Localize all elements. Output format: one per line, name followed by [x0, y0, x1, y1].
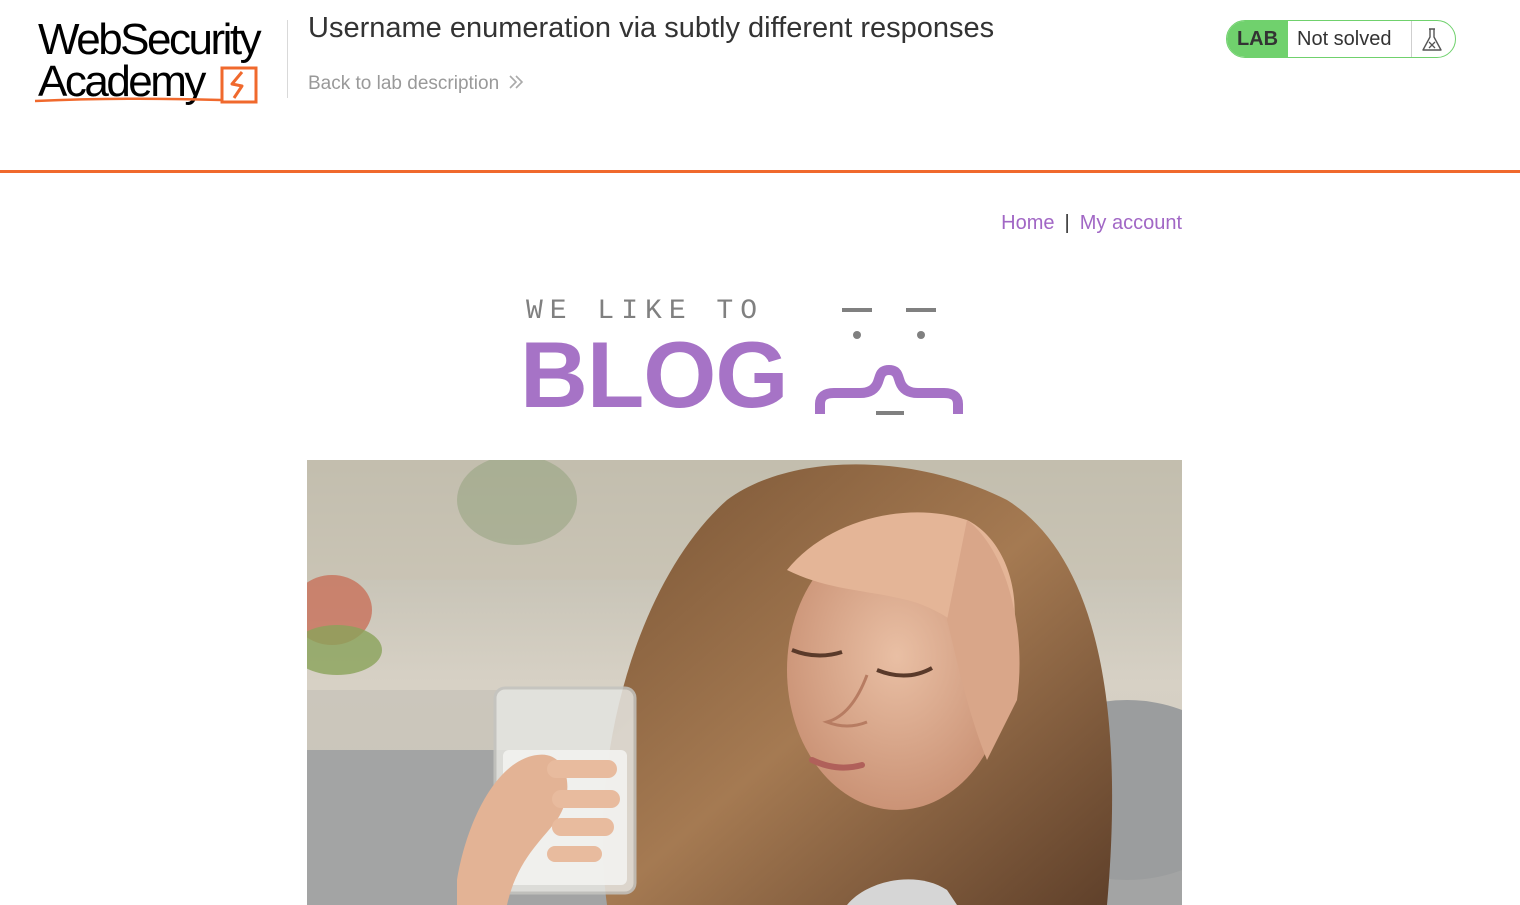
web-security-academy-logo[interactable]: WebSecurity Academy [30, 14, 290, 114]
double-chevron-right-icon [509, 75, 524, 89]
curly-brace-face-icon [815, 308, 963, 415]
logo-underline-icon [34, 97, 222, 103]
hero-photo [307, 460, 1182, 905]
back-to-lab-description-link[interactable]: Back to lab description [308, 72, 525, 96]
lab-status-widget: LAB Not solved [1226, 20, 1456, 58]
lab-status-text: Not solved [1297, 28, 1392, 50]
back-link-label: Back to lab description [308, 73, 500, 94]
nav-my-account-link[interactable]: My account [1080, 212, 1182, 234]
status-separator [1411, 21, 1412, 57]
blog-post-hero-image[interactable] [307, 460, 1182, 905]
logo-text-line1: WebSecurity [38, 15, 262, 64]
lab-badge: LAB [1227, 21, 1288, 57]
header-orange-rule [0, 170, 1520, 173]
page: WebSecurity Academy Username enumeration… [0, 0, 1520, 905]
lab-header: WebSecurity Academy Username enumeration… [0, 0, 1520, 170]
blog-banner: WE LIKE TO BLOG [520, 292, 970, 422]
top-navigation: Home | My account [1001, 210, 1182, 236]
banner-blog-word: BLOG [520, 322, 789, 427]
nav-home-link[interactable]: Home [1001, 212, 1054, 234]
header-divider [287, 20, 288, 98]
lab-title: Username enumeration via subtly differen… [308, 12, 995, 44]
nav-separator: | [1064, 212, 1070, 234]
flask-icon [1422, 28, 1442, 51]
